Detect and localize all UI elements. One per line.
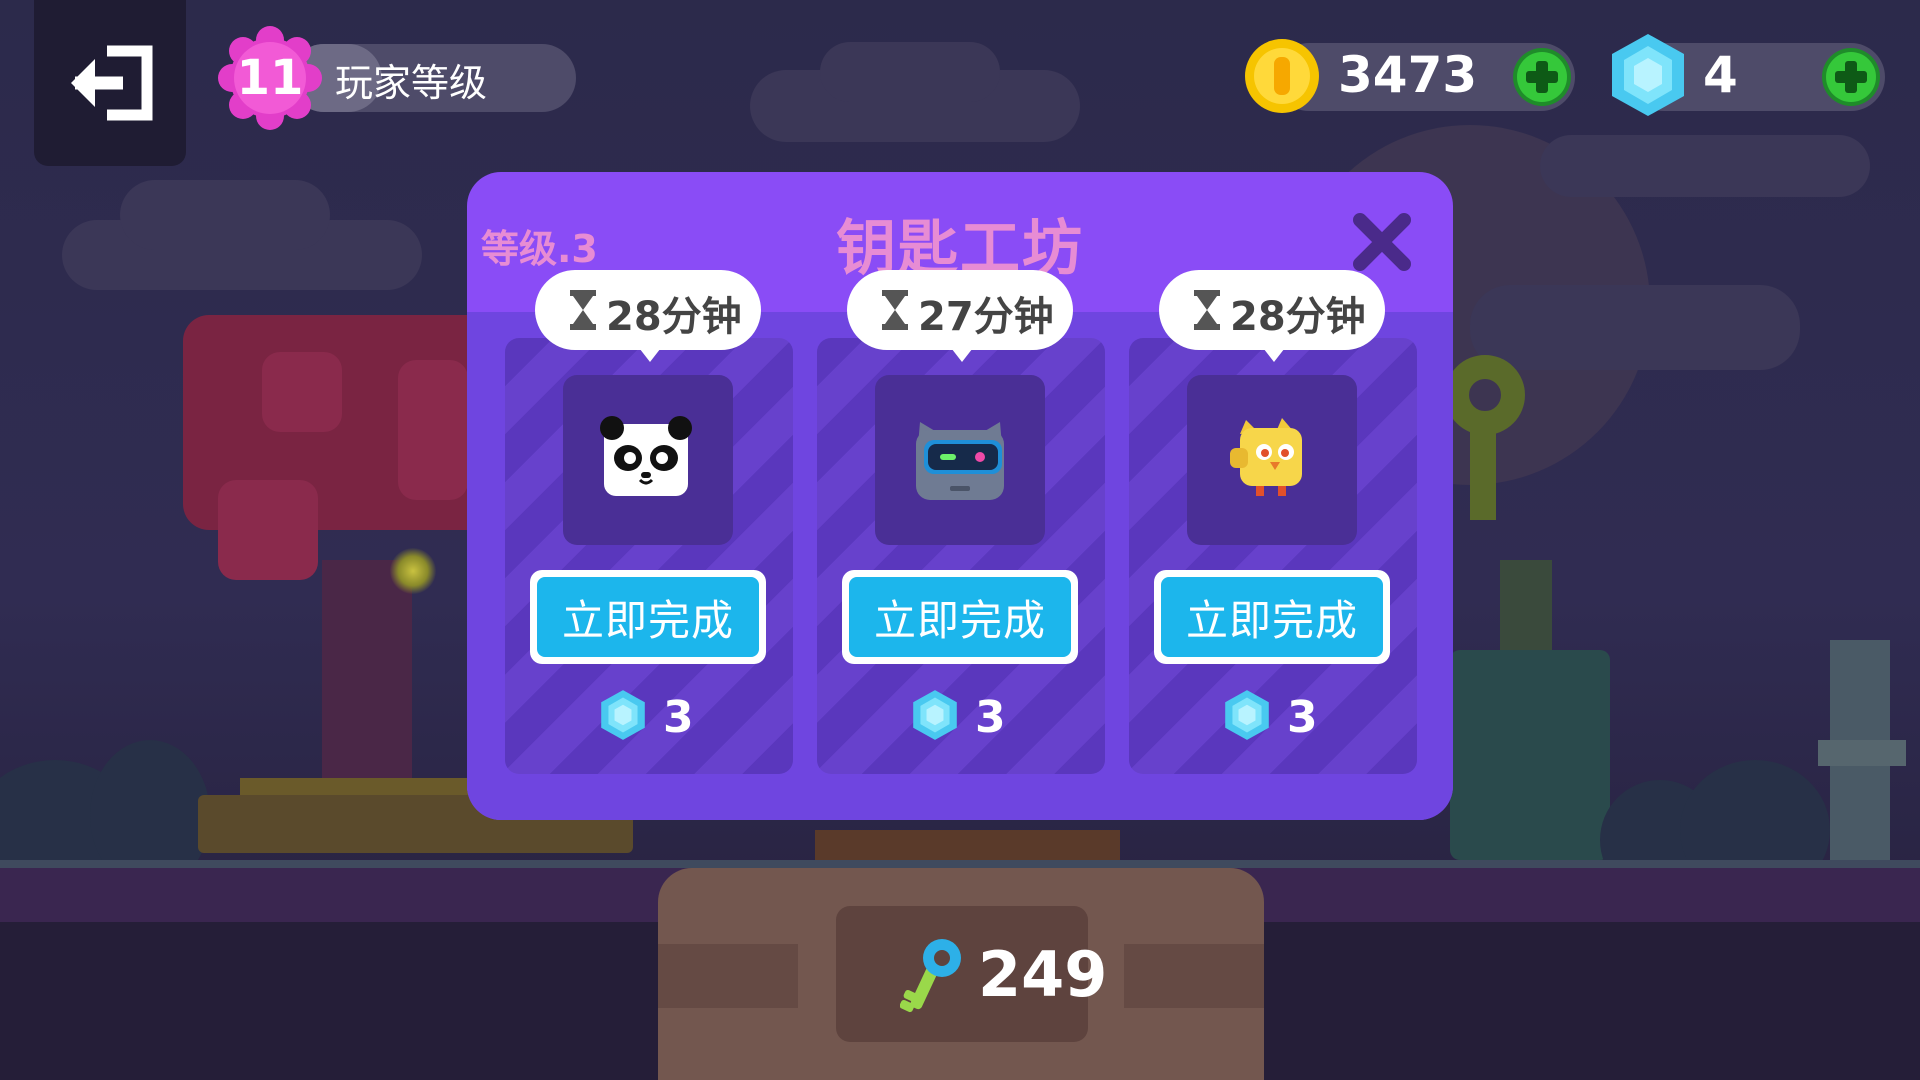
tree-block <box>398 360 468 500</box>
timer-bubble-tail <box>1260 344 1288 362</box>
add-coins-button[interactable] <box>1513 48 1571 106</box>
timer-text: 28分钟 <box>1230 294 1366 340</box>
player-level-label: 玩家等级 <box>335 61 488 105</box>
coin-count: 3473 <box>1338 46 1478 104</box>
ruin-tower <box>1500 560 1552 650</box>
finish-now-button[interactable]: 立即完成 <box>1154 570 1390 664</box>
workshop-level: 等级.3 <box>481 227 598 271</box>
tree-block <box>218 480 318 580</box>
panel-ledge-left <box>658 944 798 1008</box>
background-key-ring <box>1445 355 1525 435</box>
close-icon <box>1353 213 1411 271</box>
timer-bubble-tail <box>636 344 664 362</box>
plus-icon <box>1826 52 1876 102</box>
stone-pillar-cap <box>1818 740 1906 766</box>
finish-now-button[interactable]: 立即完成 <box>842 570 1078 664</box>
panda-icon <box>600 416 692 496</box>
finish-now-label: 立即完成 <box>849 577 1071 657</box>
tree-trunk <box>322 560 412 780</box>
key-icon <box>900 939 961 1013</box>
exit-arrow-icon <box>71 45 153 121</box>
gem-icon <box>1612 34 1684 116</box>
hourglass-icon <box>882 290 908 330</box>
cloud <box>1470 285 1800 370</box>
yellow-chick-icon <box>1230 418 1302 496</box>
add-gems-button[interactable] <box>1822 48 1880 106</box>
panel-ledge-right <box>1124 944 1264 1008</box>
finish-now-label: 立即完成 <box>1161 577 1383 657</box>
timer-text: 28分钟 <box>606 294 742 340</box>
key-count: 249 <box>978 938 1108 1011</box>
gem-icon <box>1225 690 1269 740</box>
cloud <box>820 42 1000 102</box>
ruin-block <box>1450 650 1610 860</box>
gem-cost: 3 <box>663 692 694 743</box>
close-button[interactable] <box>1348 208 1416 276</box>
finish-now-button[interactable]: 立即完成 <box>530 570 766 664</box>
timer-text: 27分钟 <box>918 294 1054 340</box>
gem-icon <box>913 690 957 740</box>
cloud <box>1540 135 1870 197</box>
exit-button[interactable] <box>34 0 186 166</box>
gem-icon <box>601 690 645 740</box>
finish-now-label: 立即完成 <box>537 577 759 657</box>
coin-icon <box>1245 39 1319 113</box>
tree-block <box>262 352 342 432</box>
player-level-number: 11 <box>236 50 304 106</box>
hourglass-icon <box>1194 290 1220 330</box>
gem-cost: 3 <box>1287 692 1318 743</box>
hourglass-icon <box>570 290 596 330</box>
gem-count: 4 <box>1703 46 1738 104</box>
plus-icon <box>1517 52 1567 102</box>
background-key-shaft <box>1470 430 1496 520</box>
glowing-orb <box>390 548 436 594</box>
robot-cat-icon <box>916 422 1004 500</box>
timer-bubble-tail <box>948 344 976 362</box>
gem-cost: 3 <box>975 692 1006 743</box>
cloud <box>120 180 330 250</box>
